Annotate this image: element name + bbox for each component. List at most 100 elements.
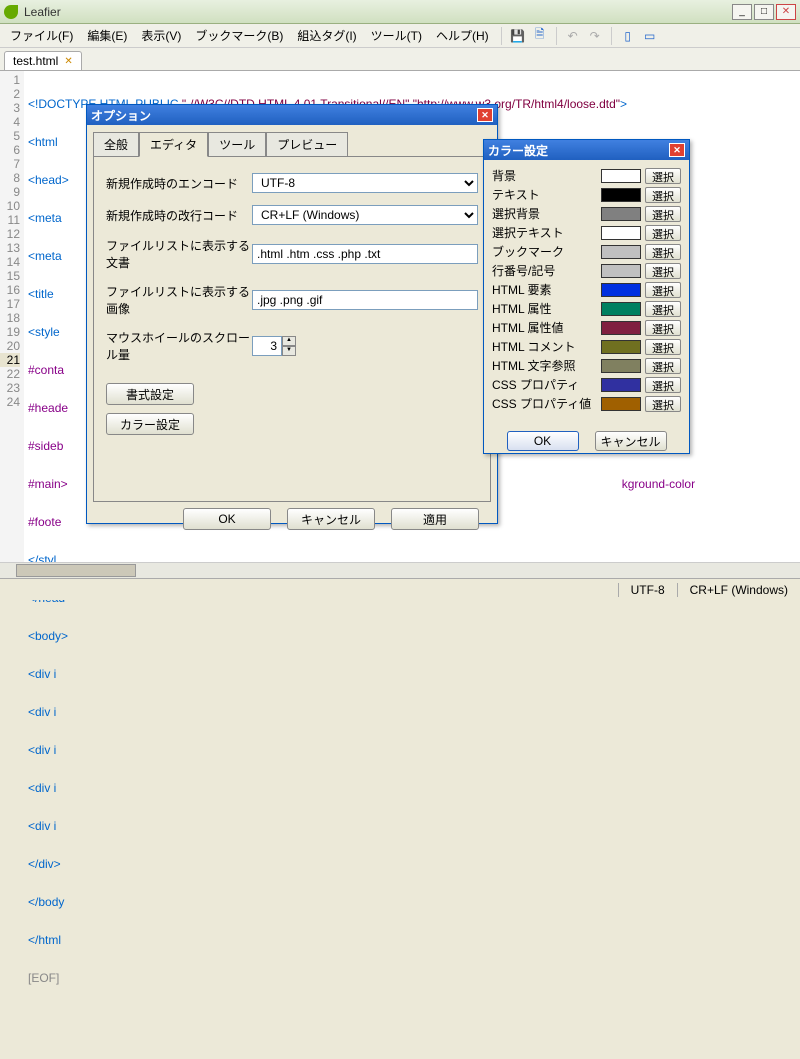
color-select-button[interactable]: 選択 — [645, 168, 681, 184]
color-row: HTML 文字参照 選択 — [492, 356, 681, 375]
color-row: 背景 選択 — [492, 166, 681, 185]
options-titlebar[interactable]: オプション ✕ — [87, 105, 497, 125]
horizontal-scrollbar[interactable] — [0, 562, 800, 578]
file-tab[interactable]: test.html ✕ — [4, 51, 82, 70]
color-select-button[interactable]: 選択 — [645, 396, 681, 412]
label-scroll: マウスホイールのスクロール量 — [106, 329, 252, 363]
color-select-button[interactable]: 選択 — [645, 377, 681, 393]
menu-view[interactable]: 表示(V) — [135, 25, 187, 46]
tab-general[interactable]: 全般 — [93, 132, 139, 157]
color-dialog: カラー設定 ✕ 背景選択テキスト選択選択背景選択選択テキスト選択ブックマーク選択… — [483, 139, 690, 454]
label-filelist-doc: ファイルリストに表示する文書 — [106, 237, 252, 271]
color-swatch — [601, 340, 641, 354]
color-swatch — [601, 321, 641, 335]
color-row: ブックマーク 選択 — [492, 242, 681, 261]
options-close-icon[interactable]: ✕ — [477, 108, 493, 122]
spin-down-icon[interactable]: ▼ — [282, 346, 296, 356]
color-swatch — [601, 169, 641, 183]
color-close-icon[interactable]: ✕ — [669, 143, 685, 157]
color-row: HTML コメント 選択 — [492, 337, 681, 356]
color-select-button[interactable]: 選択 — [645, 225, 681, 241]
options-ok-button[interactable]: OK — [183, 508, 271, 530]
tab-tool[interactable]: ツール — [208, 132, 266, 157]
tab-strip: test.html ✕ — [0, 48, 800, 70]
color-label: CSS プロパティ — [492, 376, 601, 393]
undo-icon[interactable]: ↶ — [565, 28, 581, 44]
tab-preview[interactable]: プレビュー — [266, 132, 348, 157]
minimize-button[interactable]: _ — [732, 4, 752, 20]
color-swatch — [601, 226, 641, 240]
split-h-icon[interactable]: ▯ — [620, 28, 636, 44]
color-select-button[interactable]: 選択 — [645, 282, 681, 298]
close-button[interactable]: ✕ — [776, 4, 796, 20]
color-cancel-button[interactable]: キャンセル — [595, 431, 667, 451]
status-bar: UTF-8 CR+LF (Windows) — [0, 578, 800, 600]
title-bar: Leafier _ □ ✕ — [0, 0, 800, 24]
encoding-select[interactable]: UTF-8 — [252, 173, 478, 193]
tab-editor[interactable]: エディタ — [139, 132, 208, 157]
color-select-button[interactable]: 選択 — [645, 206, 681, 222]
color-label: ブックマーク — [492, 243, 601, 260]
options-cancel-button[interactable]: キャンセル — [287, 508, 375, 530]
color-swatch — [601, 188, 641, 202]
color-row: 選択背景選択 — [492, 204, 681, 223]
label-newline: 新規作成時の改行コード — [106, 207, 252, 224]
options-apply-button[interactable]: 適用 — [391, 508, 479, 530]
redo-icon[interactable]: ↷ — [587, 28, 603, 44]
newline-select[interactable]: CR+LF (Windows) — [252, 205, 478, 225]
color-label: HTML 要素 — [492, 281, 601, 298]
options-dialog: オプション ✕ 全般 エディタ ツール プレビュー 新規作成時のエンコード UT… — [86, 104, 498, 524]
color-label: HTML コメント — [492, 338, 601, 355]
menu-file[interactable]: ファイル(F) — [4, 25, 79, 46]
format-settings-button[interactable]: 書式設定 — [106, 383, 194, 405]
color-titlebar[interactable]: カラー設定 ✕ — [484, 140, 689, 160]
color-list: 背景選択テキスト選択選択背景選択選択テキスト選択ブックマーク選択行番号/記号選択… — [484, 160, 689, 423]
status-newline: CR+LF (Windows) — [677, 583, 800, 597]
scrollbar-thumb[interactable] — [16, 564, 136, 577]
color-swatch — [601, 245, 641, 259]
color-ok-button[interactable]: OK — [507, 431, 579, 451]
menu-insert[interactable]: 組込タグ(I) — [291, 25, 362, 46]
color-select-button[interactable]: 選択 — [645, 358, 681, 374]
status-encoding: UTF-8 — [618, 583, 677, 597]
filelist-img-input[interactable] — [252, 290, 478, 310]
menu-edit[interactable]: 編集(E) — [81, 25, 133, 46]
menu-bar: ファイル(F) 編集(E) 表示(V) ブックマーク(B) 組込タグ(I) ツー… — [0, 24, 800, 48]
color-swatch — [601, 207, 641, 221]
color-select-button[interactable]: 選択 — [645, 320, 681, 336]
label-encoding: 新規作成時のエンコード — [106, 175, 252, 192]
color-settings-button[interactable]: カラー設定 — [106, 413, 194, 435]
menu-bookmark[interactable]: ブックマーク(B) — [189, 25, 289, 46]
color-select-button[interactable]: 選択 — [645, 301, 681, 317]
color-swatch — [601, 397, 641, 411]
color-row: CSS プロパティ 選択 — [492, 375, 681, 394]
save-icon[interactable]: 💾 — [510, 28, 526, 44]
color-select-button[interactable]: 選択 — [645, 263, 681, 279]
tab-close-icon[interactable]: ✕ — [64, 56, 72, 67]
color-swatch — [601, 302, 641, 316]
color-swatch — [601, 359, 641, 373]
menu-help[interactable]: ヘルプ(H) — [430, 25, 495, 46]
color-swatch — [601, 283, 641, 297]
color-row: HTML 属性選択 — [492, 299, 681, 318]
color-label: 行番号/記号 — [492, 262, 601, 279]
menu-tool[interactable]: ツール(T) — [365, 25, 428, 46]
line-gutter: 123456789101112131415161718192021222324 — [0, 71, 24, 570]
color-row: HTML 要素 選択 — [492, 280, 681, 299]
filelist-doc-input[interactable] — [252, 244, 478, 264]
scroll-input[interactable] — [252, 336, 282, 356]
maximize-button[interactable]: □ — [754, 4, 774, 20]
options-title: オプション — [91, 107, 151, 124]
color-select-button[interactable]: 選択 — [645, 339, 681, 355]
color-label: 背景 — [492, 167, 601, 184]
color-select-button[interactable]: 選択 — [645, 187, 681, 203]
color-label: HTML 文字参照 — [492, 357, 601, 374]
color-label: テキスト — [492, 186, 601, 203]
spin-up-icon[interactable]: ▲ — [282, 336, 296, 346]
color-select-button[interactable]: 選択 — [645, 244, 681, 260]
file-tab-label: test.html — [13, 54, 58, 68]
save-all-icon[interactable]: 🗎 — [532, 28, 548, 44]
app-icon — [4, 5, 18, 19]
color-row: CSS プロパティ値選択 — [492, 394, 681, 413]
split-v-icon[interactable]: ▭ — [642, 28, 658, 44]
